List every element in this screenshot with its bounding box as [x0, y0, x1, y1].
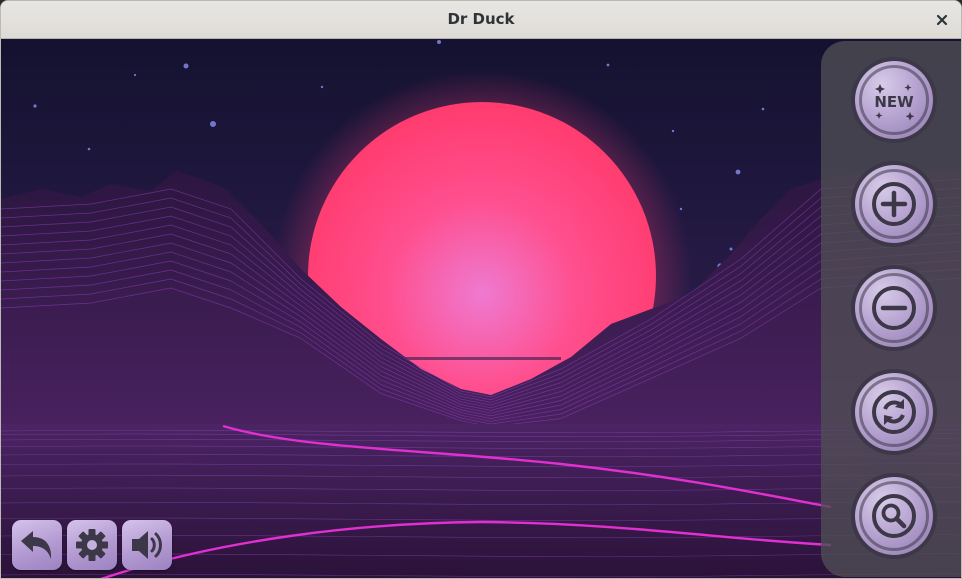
- button-ring: [859, 65, 929, 135]
- sound-button[interactable]: [122, 520, 172, 570]
- settings-button[interactable]: [67, 520, 117, 570]
- zoom-in-button[interactable]: [851, 161, 937, 247]
- button-ring: [859, 169, 929, 239]
- window-title: Dr Duck: [447, 10, 515, 28]
- title-bar: Dr Duck: [1, 1, 961, 39]
- back-button[interactable]: [12, 520, 62, 570]
- new-button[interactable]: NEW: [851, 57, 937, 143]
- close-button[interactable]: [933, 11, 951, 29]
- button-ring: [859, 273, 929, 343]
- button-ring: [859, 377, 929, 447]
- refresh-button[interactable]: [851, 369, 937, 455]
- game-viewport[interactable]: NEW: [1, 39, 961, 578]
- back-arrow-icon: [21, 531, 52, 559]
- search-button[interactable]: [851, 473, 937, 559]
- zoom-out-button[interactable]: [851, 265, 937, 351]
- synthwave-background: [1, 39, 961, 578]
- button-ring: [859, 481, 929, 551]
- gear-icon: [76, 529, 108, 561]
- speaker-icon: [132, 531, 162, 559]
- close-icon: [936, 14, 948, 26]
- app-window: Dr Duck NEW: [0, 0, 962, 579]
